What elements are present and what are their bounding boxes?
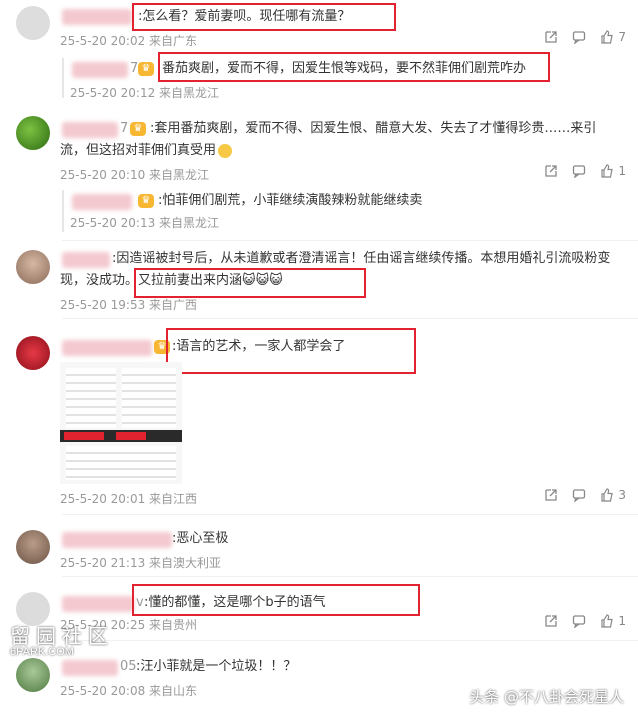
comment-icon[interactable] [572,164,586,178]
comment-text-line2: 流，但这招对菲佣们真受用 [60,140,233,162]
reply-username-blurred[interactable] [72,194,132,210]
comment-meta: 25-5-20 20:01 来自江西 [60,492,198,506]
comment-text: :汪小菲就是一个垃圾！！？ [136,659,297,674]
avatar[interactable] [16,116,50,150]
comment-meta: 25-5-20 21:13 来自澳大利亚 [60,556,222,570]
comment-image[interactable] [60,362,182,484]
comment-actions: 7 [544,30,626,44]
username-blurred[interactable] [62,122,118,138]
like-count: 1 [618,614,626,628]
reply-text: :怕菲佣们剧荒，小菲继续演酸辣粉就能继续卖 [158,193,423,208]
comment-text-line1: :因造谣被封号后，从未道歉或者澄清谣言！任由谣言继续传播。本想用婚礼引流吸粉变 [112,251,611,266]
comment-text: :恶心至极 [172,531,229,546]
username-blurred[interactable] [62,340,152,356]
reply-meta: 25-5-20 20:13 来自黑龙江 [70,216,220,230]
comment-text-line1: :套用番茄爽剧，爱而不得、因爱生恨、醋意大发、失去了才懂得珍贵……来引 [150,121,597,136]
share-icon[interactable] [544,488,558,502]
crown-icon: ♛ [138,62,154,76]
watermark-left: 留园社区 [10,626,114,648]
like-count: 1 [618,164,626,178]
reply-meta: 25-5-20 20:12 来自黑龙江 [70,86,220,100]
emoji-icon [218,143,233,158]
watermark-left-sub: 6PARK.COM [10,646,74,658]
comment-meta: 25-5-20 20:08 来自山东 [60,684,198,698]
comment-actions: 3 [544,488,626,502]
share-icon[interactable] [544,614,558,628]
username-blurred[interactable] [62,252,110,268]
like-button[interactable]: 1 [600,614,626,628]
like-count: 7 [618,30,626,44]
crown-icon: ♛ [130,122,146,136]
like-count: 3 [618,488,626,502]
watermark-right: 头条 @不八卦会死星人 [469,688,624,706]
highlight-box [134,268,366,298]
reply-username-blurred[interactable] [72,62,128,78]
avatar[interactable] [16,658,50,692]
avatar[interactable] [16,530,50,564]
share-icon[interactable] [544,164,558,178]
username-blurred[interactable] [62,9,132,25]
comment-actions: 1 [544,164,626,178]
share-icon[interactable] [544,30,558,44]
comment-icon[interactable] [572,30,586,44]
highlight-box [166,328,416,374]
comment-icon[interactable] [572,614,586,628]
username-blurred[interactable] [62,532,172,548]
avatar[interactable] [16,6,50,40]
username-suffix: 05 [120,659,137,674]
username-suffix: 7 [120,121,129,136]
comment-icon[interactable] [572,488,586,502]
highlight-box [158,52,550,82]
highlight-box [132,3,396,31]
comment-actions: 1 [544,614,626,628]
comment-meta: 25-5-20 20:10 来自黑龙江 [60,168,210,182]
like-button[interactable]: 1 [600,164,626,178]
username-blurred[interactable] [62,596,134,612]
comment-meta: 25-5-20 19:53 来自广西 [60,298,198,312]
like-button[interactable]: 3 [600,488,626,502]
highlight-box [132,584,420,616]
comment-meta: 25-5-20 20:02 来自广东 [60,34,198,48]
crown-icon: ♛ [138,194,154,208]
avatar[interactable] [16,250,50,284]
avatar[interactable] [16,336,50,370]
like-button[interactable]: 7 [600,30,626,44]
username-blurred[interactable] [62,660,118,676]
